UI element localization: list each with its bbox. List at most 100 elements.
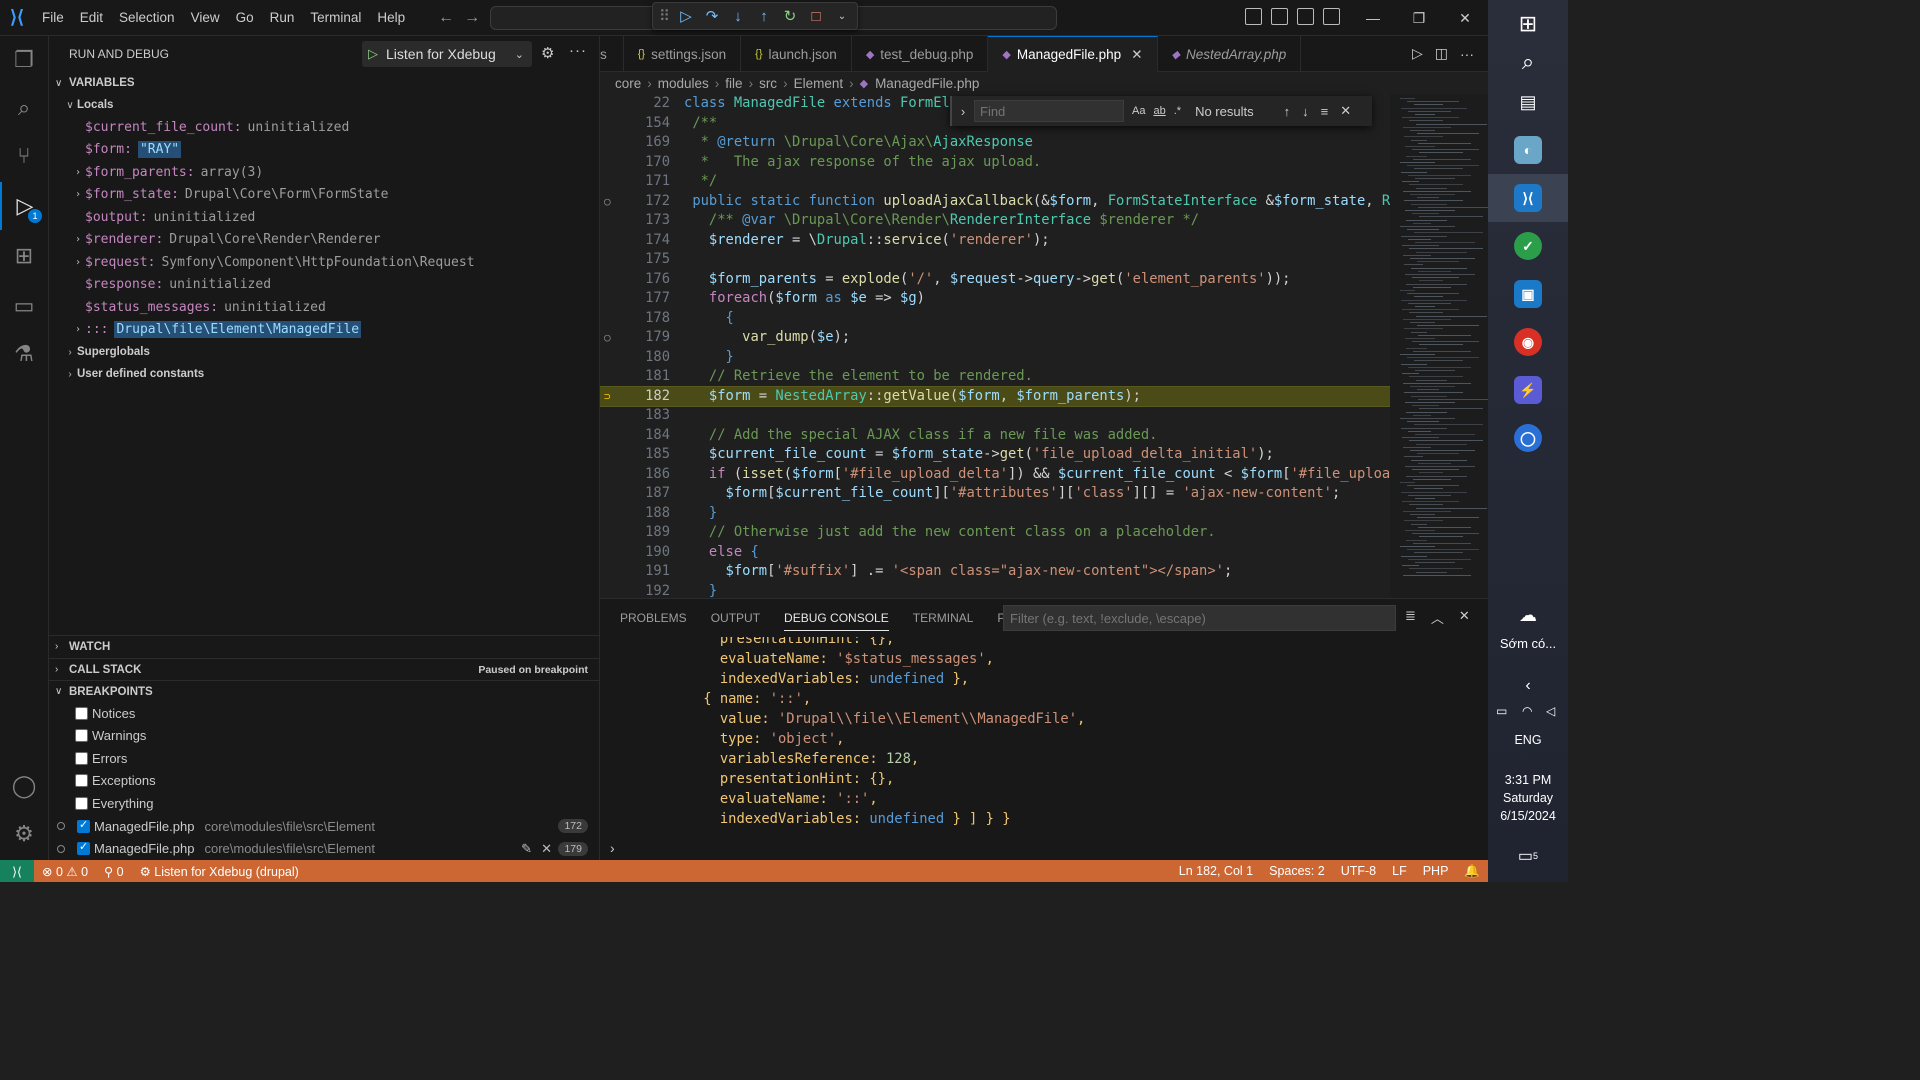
code-line[interactable]: ○ 172 public static function uploadAjaxCa…	[600, 192, 1390, 212]
tab-managedfile-php[interactable]: ◆ ManagedFile.php ✕	[988, 36, 1158, 72]
breadcrumb-item[interactable]: file	[725, 76, 742, 91]
breadcrumb-item[interactable]: src	[759, 76, 777, 91]
variables-section-header[interactable]: ∨ VARIABLES	[49, 72, 600, 94]
maximize-panel-icon[interactable]: ︿	[1431, 608, 1444, 627]
chevron-down-icon[interactable]: ⌄	[833, 11, 851, 22]
code-editor[interactable]: 22 class ManagedFile extends FormElemen 15…	[600, 94, 1390, 598]
panel-tab-problems[interactable]: PROBLEMS	[620, 611, 687, 625]
variable-row[interactable]: ›::: Drupal\file\Element\ManagedFile	[49, 319, 600, 341]
panel-tab-debug-console[interactable]: DEBUG CONSOLE	[784, 611, 889, 631]
code-line[interactable]: 176 $form_parents = explode('/', $reques…	[600, 270, 1390, 290]
minimap[interactable]	[1390, 94, 1488, 598]
source-control-icon[interactable]: ⑂	[0, 132, 48, 180]
breakpoint-option[interactable]: Everything	[49, 792, 600, 814]
variable-row[interactable]: $form: "RAY"	[49, 139, 600, 161]
open-launch-json-icon[interactable]: ⚙	[541, 44, 554, 62]
menu-help[interactable]: Help	[369, 0, 413, 36]
code-line[interactable]: 173 /** @var \Drupal\Core\Render\Rendere…	[600, 211, 1390, 231]
weather-text[interactable]: Sớm có...	[1488, 636, 1568, 651]
browser-icon[interactable]: ◯	[1488, 414, 1568, 462]
tab-test_debug-php[interactable]: ◆ test_debug.php	[852, 36, 989, 72]
menu-run[interactable]: Run	[262, 0, 303, 36]
find-input[interactable]	[974, 100, 1124, 122]
panel-tab-output[interactable]: OUTPUT	[711, 611, 760, 625]
code-line[interactable]: 175	[600, 250, 1390, 270]
settings-gear-icon[interactable]: ⚙	[0, 810, 48, 858]
problems-status[interactable]: ⊗ 0 ⚠ 0	[34, 864, 96, 879]
breadcrumb-item[interactable]: Element	[794, 76, 844, 91]
toggle-sidebar-icon[interactable]	[1245, 8, 1262, 25]
match-case-icon[interactable]: Aa	[1132, 105, 1145, 117]
vscode-taskbar-icon[interactable]: ⟩⟨	[1488, 174, 1568, 222]
launch-config-select[interactable]: ▷ Listen for Xdebug ⌄	[362, 41, 532, 67]
variable-row[interactable]: $current_file_count: uninitialized	[49, 116, 600, 138]
indentation[interactable]: Spaces: 2	[1261, 864, 1333, 879]
tab-settings-json[interactable]: {} settings.json	[624, 36, 742, 72]
code-line[interactable]: 177 foreach($form as $e => $g)	[600, 289, 1390, 309]
console-prompt-icon[interactable]: ›	[610, 840, 615, 856]
ports-status[interactable]: ⚲ 0	[96, 864, 132, 879]
code-line[interactable]: 192 }	[600, 582, 1390, 599]
clock-day[interactable]: Saturday	[1488, 791, 1568, 805]
menu-go[interactable]: Go	[228, 0, 262, 36]
remote-explorer-icon[interactable]: ▭	[0, 282, 48, 330]
variable-row[interactable]: $status_messages: uninitialized	[49, 296, 600, 318]
explorer-icon[interactable]: ❐	[0, 36, 48, 84]
stop-icon[interactable]: □	[807, 8, 825, 25]
checkbox[interactable]	[77, 840, 90, 855]
watch-section-header[interactable]: › WATCH	[49, 635, 600, 657]
forward-arrow-icon[interactable]: →	[459, 9, 485, 27]
previous-match-icon[interactable]: ↑	[1284, 104, 1291, 119]
tab-s[interactable]: s	[600, 36, 624, 72]
close-icon[interactable]: ✕	[1340, 103, 1351, 119]
breakpoint-item[interactable]: ManagedFile.php core\modules\file\src\Ele…	[49, 815, 600, 837]
clear-console-icon[interactable]: ≣	[1405, 608, 1416, 627]
taskbar-app-icon[interactable]: ▣	[1488, 270, 1568, 318]
split-editor-icon[interactable]: ◫	[1435, 45, 1448, 62]
back-arrow-icon[interactable]: ←	[433, 9, 459, 27]
restore-icon[interactable]: ❐	[1396, 0, 1442, 36]
callstack-section-header[interactable]: › CALL STACK Paused on breakpoint	[49, 658, 600, 680]
clock-date[interactable]: 6/15/2024	[1488, 809, 1568, 823]
code-line[interactable]: 187 $form[$current_file_count]['#attribu…	[600, 484, 1390, 504]
code-line[interactable]: 185 $current_file_count = $form_state->g…	[600, 445, 1390, 465]
close-icon[interactable]: ✕	[1459, 608, 1470, 627]
checkbox[interactable]	[75, 796, 88, 810]
extensions-icon[interactable]: ⊞	[0, 232, 48, 280]
taskbar-app-icon[interactable]: ◐	[1488, 126, 1568, 174]
remote-icon[interactable]: ⟩⟨	[0, 860, 34, 882]
checkbox[interactable]	[75, 751, 88, 765]
menu-selection[interactable]: Selection	[111, 0, 183, 36]
input-language[interactable]: ENG	[1488, 733, 1568, 747]
step-into-icon[interactable]: ↓	[729, 8, 747, 25]
variable-row[interactable]: $response: uninitialized	[49, 274, 600, 296]
clock-time[interactable]: 3:31 PM	[1488, 773, 1568, 787]
panel-tab-terminal[interactable]: TERMINAL	[913, 611, 974, 625]
toggle-secondary-sidebar-icon[interactable]	[1297, 8, 1314, 25]
edit-breakpoint-icon[interactable]: ✎	[521, 841, 532, 857]
code-line[interactable]: 189 // Otherwise just add the new conten…	[600, 523, 1390, 543]
breakpoint-option[interactable]: Notices	[49, 702, 600, 724]
toggle-panel-icon[interactable]	[1271, 8, 1288, 25]
taskbar-app-icon[interactable]: ⚡	[1488, 366, 1568, 414]
more-actions-icon[interactable]: ···	[569, 42, 587, 59]
find-in-selection-icon[interactable]: ≡	[1321, 104, 1329, 119]
customize-layout-icon[interactable]	[1323, 8, 1340, 25]
run-debug-icon[interactable]: ▷ 1	[0, 182, 48, 230]
variable-row[interactable]: › $form_parents: array(3)	[49, 161, 600, 183]
code-line[interactable]: 188 }	[600, 504, 1390, 524]
line-endings[interactable]: LF	[1384, 864, 1415, 879]
toggle-replace-icon[interactable]: ›	[952, 104, 974, 119]
close-window-icon[interactable]: ✕	[1442, 0, 1488, 36]
next-match-icon[interactable]: ↓	[1302, 104, 1309, 119]
variable-row[interactable]: › $request: Symfony\Component\HttpFoundati…	[49, 251, 600, 273]
tab-nestedarray-php[interactable]: ◆ NestedArray.php	[1158, 36, 1302, 72]
menu-view[interactable]: View	[183, 0, 228, 36]
taskbar-app-icon[interactable]: ✓	[1488, 222, 1568, 270]
accounts-icon[interactable]: ◯	[0, 762, 48, 810]
breakpoint-item[interactable]: ManagedFile.php core\modules\file\src\Ele…	[49, 838, 600, 860]
close-tab-icon[interactable]: ✕	[1131, 47, 1142, 63]
checkbox[interactable]	[75, 729, 88, 742]
breakpoint-option[interactable]: Exceptions	[49, 770, 600, 792]
code-line[interactable]: ⊃ 182 $form = NestedArray::getValue($form…	[600, 385, 1390, 407]
